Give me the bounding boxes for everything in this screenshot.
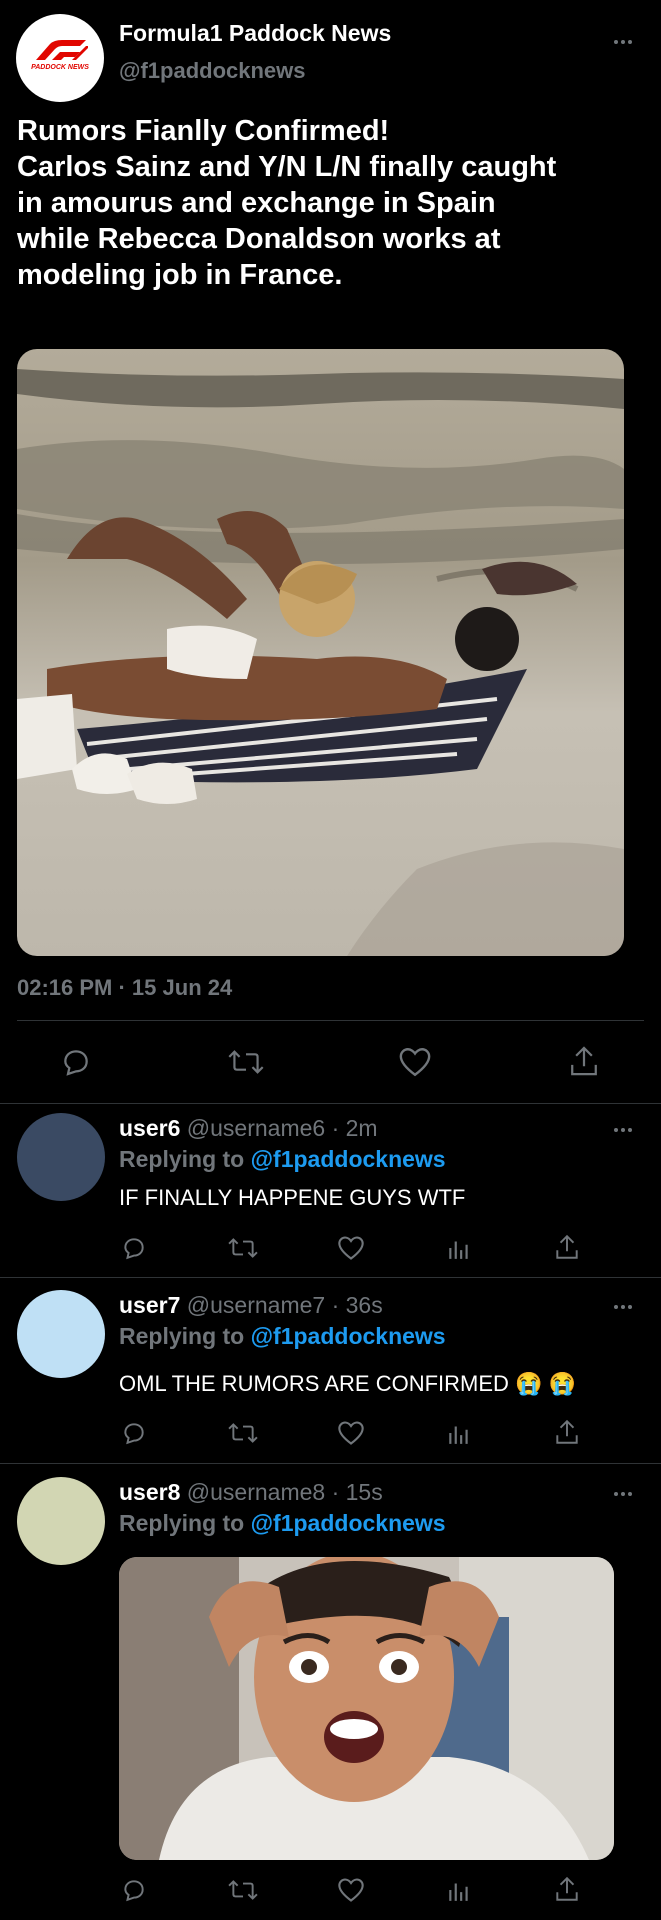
more-icon[interactable]: [614, 1128, 632, 1132]
reply-name[interactable]: user6: [119, 1115, 180, 1141]
reply-icon[interactable]: [121, 1877, 147, 1903]
share-icon[interactable]: [554, 1418, 580, 1446]
heart-icon[interactable]: [398, 1046, 432, 1078]
beach-photo-image: [17, 349, 624, 956]
replying-to: Replying to @f1paddocknews: [119, 1146, 446, 1173]
share-icon[interactable]: [568, 1044, 600, 1078]
reply-photo[interactable]: [119, 1557, 614, 1860]
replying-to: Replying to @f1paddocknews: [119, 1510, 446, 1537]
tweet-line: in amourus and exchange in Spain: [17, 187, 496, 219]
replying-to-handle[interactable]: @f1paddocknews: [251, 1510, 446, 1536]
reply-icon[interactable]: [121, 1235, 147, 1261]
avatar[interactable]: [17, 1113, 105, 1201]
tweet-body: Rumors Fianlly Confirmed! Carlos Sainz a…: [17, 113, 657, 293]
share-icon[interactable]: [554, 1233, 580, 1261]
author-handle[interactable]: @f1paddocknews: [119, 58, 306, 84]
reply-icon[interactable]: [121, 1420, 147, 1446]
analytics-icon[interactable]: [446, 1235, 472, 1261]
reply-time: 36s: [345, 1292, 383, 1318]
heart-icon[interactable]: [337, 1235, 365, 1261]
author-avatar[interactable]: PADDOCK NEWS: [16, 14, 104, 102]
reply-handle[interactable]: @username8: [187, 1479, 325, 1505]
tweet-line: while Rebecca Donaldson works at: [17, 223, 501, 255]
shocked-face-image: [119, 1557, 614, 1860]
tweet-photo[interactable]: [17, 349, 624, 956]
analytics-icon[interactable]: [446, 1420, 472, 1446]
more-icon[interactable]: [614, 1492, 632, 1496]
tweet-line: modeling job in France.: [17, 259, 343, 291]
heart-icon[interactable]: [337, 1877, 365, 1903]
reply-name[interactable]: user8: [119, 1479, 180, 1505]
avatar[interactable]: [17, 1477, 105, 1565]
tweet-line: Rumors Fianlly Confirmed!: [17, 115, 390, 147]
reply-name[interactable]: user7: [119, 1292, 180, 1318]
reply-handle[interactable]: @username6: [187, 1115, 325, 1141]
f1-logo-icon: [36, 40, 88, 60]
share-icon[interactable]: [554, 1875, 580, 1903]
reply-text: IF FINALLY HAPPENE GUYS WTF: [119, 1185, 466, 1210]
heart-icon[interactable]: [337, 1420, 365, 1446]
avatar[interactable]: [17, 1290, 105, 1378]
divider: [0, 1277, 661, 1278]
separator: ·: [325, 1115, 346, 1141]
retweet-icon[interactable]: [228, 1877, 258, 1903]
retweet-icon[interactable]: [228, 1046, 264, 1078]
reply-text: OML THE RUMORS ARE CONFIRMED 😭 😭: [119, 1371, 576, 1396]
retweet-icon[interactable]: [228, 1235, 258, 1261]
reply-header: user7 @username7 · 36s: [119, 1292, 383, 1319]
replying-to: Replying to @f1paddocknews: [119, 1323, 446, 1350]
reply-time: 2m: [345, 1115, 378, 1141]
reply-handle[interactable]: @username7: [187, 1292, 325, 1318]
separator: ·: [325, 1292, 346, 1318]
reply-icon[interactable]: [60, 1046, 92, 1078]
tweet-line: Carlos Sainz and Y/N L/N finally caught: [17, 151, 557, 183]
divider: [0, 1463, 661, 1464]
separator: ·: [325, 1479, 346, 1505]
reply-header: user8 @username8 · 15s: [119, 1479, 383, 1506]
replying-to-handle[interactable]: @f1paddocknews: [251, 1323, 446, 1349]
author-name[interactable]: Formula1 Paddock News: [119, 20, 391, 47]
divider: [17, 1020, 644, 1021]
replying-to-prefix: Replying to: [119, 1323, 251, 1349]
analytics-icon[interactable]: [446, 1877, 472, 1903]
replying-to-handle[interactable]: @f1paddocknews: [251, 1146, 446, 1172]
divider: [0, 1103, 661, 1104]
retweet-icon[interactable]: [228, 1420, 258, 1446]
replying-to-prefix: Replying to: [119, 1146, 251, 1172]
reply-time: 15s: [345, 1479, 383, 1505]
reply-header: user6 @username6 · 2m: [119, 1115, 378, 1142]
more-icon[interactable]: [614, 40, 632, 44]
replying-to-prefix: Replying to: [119, 1510, 251, 1536]
more-icon[interactable]: [614, 1305, 632, 1309]
tweet-timestamp: 02:16 PM · 15 Jun 24: [17, 975, 233, 1000]
logo-text: PADDOCK NEWS: [31, 64, 89, 71]
